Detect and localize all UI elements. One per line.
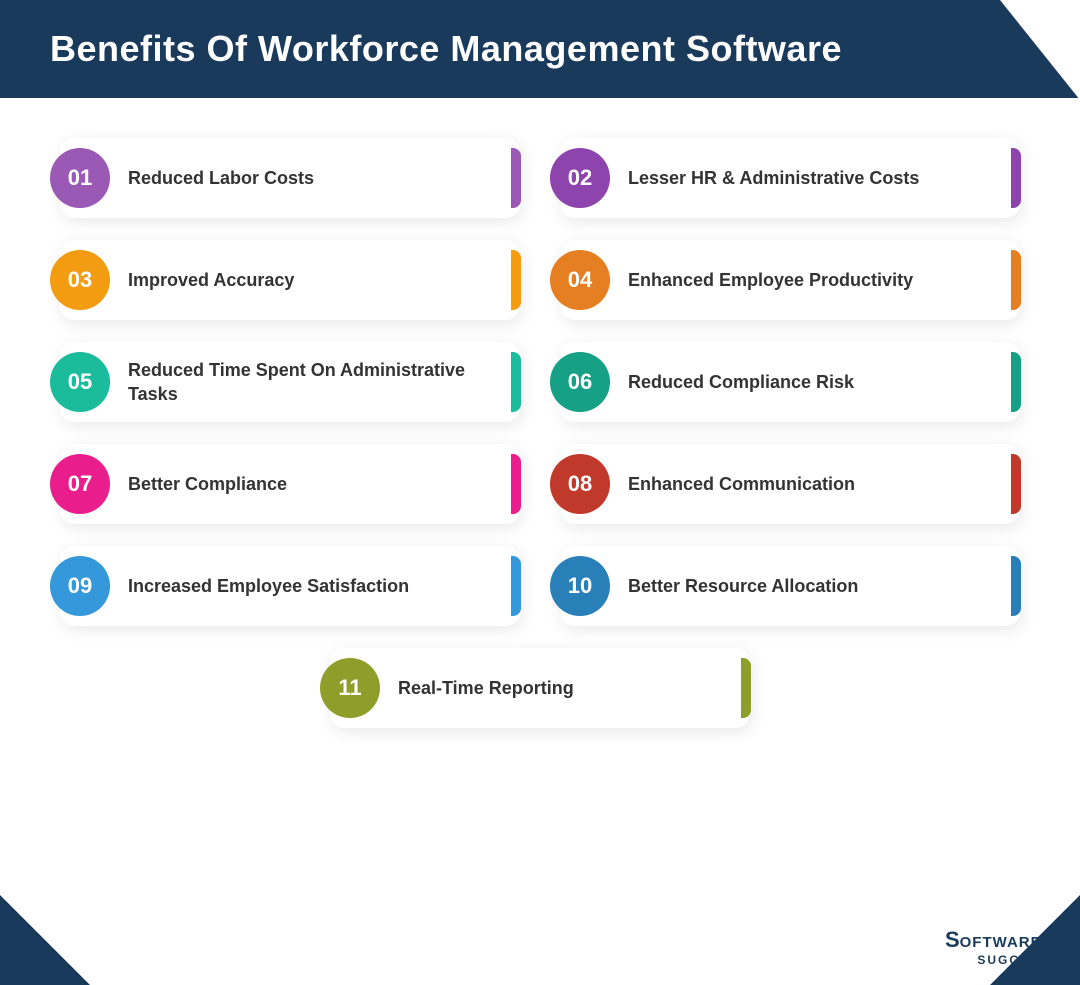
- benefit-card-07: 07Better Compliance: [60, 444, 520, 524]
- benefit-number-07: 07: [50, 454, 110, 514]
- benefit-card-11: 11Real-Time Reporting: [330, 648, 750, 728]
- benefit-accent-01: [511, 148, 521, 208]
- benefit-text-06: Reduced Compliance Risk: [610, 356, 1011, 408]
- benefit-card-08: 08Enhanced Communication: [560, 444, 1020, 524]
- benefit-text-02: Lesser HR & Administrative Costs: [610, 152, 1011, 204]
- benefit-number-10: 10: [550, 556, 610, 616]
- benefit-card-06: 06Reduced Compliance Risk: [560, 342, 1020, 422]
- logo-s: S: [945, 927, 960, 952]
- benefit-card-10: 10Better Resource Allocation: [560, 546, 1020, 626]
- benefit-accent-06: [1011, 352, 1021, 412]
- benefit-text-08: Enhanced Communication: [610, 458, 1011, 510]
- benefits-grid: 01Reduced Labor Costs 02Lesser HR & Admin…: [60, 138, 1020, 626]
- benefit-accent-08: [1011, 454, 1021, 514]
- benefit-accent-11: [741, 658, 751, 718]
- benefit-number-01: 01: [50, 148, 110, 208]
- benefit-text-10: Better Resource Allocation: [610, 560, 1011, 612]
- benefit-accent-02: [1011, 148, 1021, 208]
- benefit-card-09: 09Increased Employee Satisfaction: [60, 546, 520, 626]
- benefit-card-02: 02Lesser HR & Administrative Costs: [560, 138, 1020, 218]
- page-title: Benefits Of Workforce Management Softwar…: [50, 28, 842, 70]
- benefit-accent-05: [511, 352, 521, 412]
- main-content: 01Reduced Labor Costs 02Lesser HR & Admin…: [0, 98, 1080, 758]
- benefit-card-01: 01Reduced Labor Costs: [60, 138, 520, 218]
- benefit-text-09: Increased Employee Satisfaction: [110, 560, 511, 612]
- logo-main: oftware®: [960, 934, 1050, 951]
- benefit-card-04: 04Enhanced Employee Productivity: [560, 240, 1020, 320]
- benefit-accent-09: [511, 556, 521, 616]
- benefit-text-07: Better Compliance: [110, 458, 511, 510]
- benefit-number-11: 11: [320, 658, 380, 718]
- benefit-number-08: 08: [550, 454, 610, 514]
- logo-text: Software®: [945, 927, 1050, 953]
- benefit-number-06: 06: [550, 352, 610, 412]
- benefit-text-03: Improved Accuracy: [110, 254, 511, 306]
- benefit-text-11: Real-Time Reporting: [380, 662, 741, 714]
- benefit-text-01: Reduced Labor Costs: [110, 152, 511, 204]
- benefit-card-05: 05Reduced Time Spent On Administrative T…: [60, 342, 520, 422]
- benefit-number-09: 09: [50, 556, 110, 616]
- logo-area: Software® Suggest: [945, 927, 1050, 967]
- corner-decoration-left: [0, 895, 90, 985]
- benefit-text-04: Enhanced Employee Productivity: [610, 254, 1011, 306]
- benefit-accent-10: [1011, 556, 1021, 616]
- benefit-card-03: 03Improved Accuracy: [60, 240, 520, 320]
- benefit-number-03: 03: [50, 250, 110, 310]
- benefit-accent-07: [511, 454, 521, 514]
- benefit-number-04: 04: [550, 250, 610, 310]
- benefit-number-05: 05: [50, 352, 110, 412]
- benefit-number-02: 02: [550, 148, 610, 208]
- benefit-accent-04: [1011, 250, 1021, 310]
- header-banner: Benefits Of Workforce Management Softwar…: [0, 0, 1080, 98]
- logo-sub: Suggest: [945, 953, 1050, 967]
- benefit-accent-03: [511, 250, 521, 310]
- center-row: 11Real-Time Reporting: [60, 648, 1020, 728]
- benefit-text-05: Reduced Time Spent On Administrative Tas…: [110, 344, 511, 421]
